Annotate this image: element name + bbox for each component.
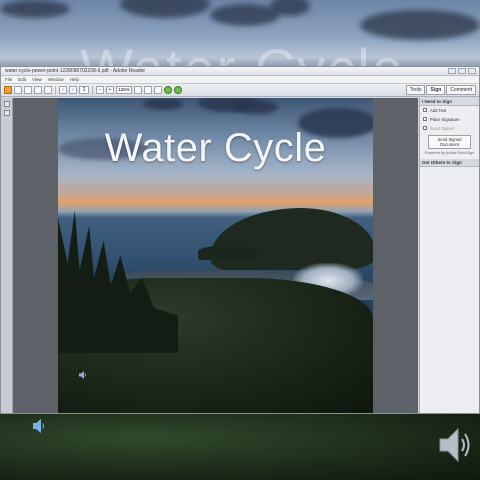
tab-sign[interactable]: Sign (426, 85, 446, 95)
slide-cloud (143, 98, 183, 110)
powered-by-text: Powered by Adobe EchoSign (424, 151, 475, 155)
send-signed-item[interactable]: Send Signed (420, 124, 479, 133)
speaker-icon[interactable] (438, 425, 474, 465)
save-icon[interactable] (24, 86, 32, 94)
zoom-level-select[interactable]: 125% (116, 86, 132, 94)
slide-title: Water Cycle (104, 126, 327, 170)
bg-cloud (0, 0, 70, 18)
menu-help[interactable]: Help (70, 77, 79, 82)
close-button[interactable] (468, 68, 476, 74)
attachments-icon[interactable] (3, 110, 10, 116)
text-icon (423, 108, 427, 112)
section-get-others-to-sign[interactable]: Get Others to Sign (420, 159, 479, 167)
fit-page-icon[interactable] (134, 86, 142, 94)
document-area[interactable]: Water Cycle (13, 98, 418, 413)
open-icon[interactable] (14, 86, 22, 94)
create-pdf-icon[interactable] (4, 86, 12, 94)
island-spit (198, 246, 258, 260)
send-signed-label: Send Signed (430, 126, 454, 131)
highlight-icon[interactable] (154, 86, 162, 94)
section-i-need-to-sign[interactable]: I Need to Sign (420, 98, 479, 106)
menu-file[interactable]: File (5, 77, 12, 82)
slide-page: Water Cycle (58, 98, 373, 413)
toolbar-separator (92, 85, 93, 95)
background-grass (0, 410, 480, 480)
print-icon[interactable] (34, 86, 42, 94)
maximize-button[interactable] (458, 68, 466, 74)
window-title: water-cycle-power-point-1228098702208-9.… (5, 68, 146, 74)
speaker-icon[interactable] (78, 370, 88, 380)
tab-tools[interactable]: Tools (405, 85, 426, 95)
prev-page-icon[interactable]: ‹ (59, 86, 67, 94)
place-signature-item[interactable]: Place Signature (420, 115, 479, 124)
send-icon (423, 126, 427, 130)
tab-comment[interactable]: Comment (446, 85, 476, 95)
send-signed-document-button[interactable]: Send Signed Document (428, 135, 471, 149)
fit-width-icon[interactable] (144, 86, 152, 94)
slide-cloud (233, 100, 278, 114)
zoom-in-icon[interactable]: + (106, 86, 114, 94)
pen-icon (423, 117, 427, 121)
add-text-item[interactable]: Add Text (420, 106, 479, 115)
minimize-button[interactable] (448, 68, 456, 74)
left-navigation-pane (1, 98, 13, 413)
screen: Water Cycle water-cycle-power-point-1228… (0, 0, 480, 480)
sign-icon[interactable] (174, 86, 182, 94)
menu-view[interactable]: View (32, 77, 42, 82)
window-titlebar: water-cycle-power-point-1228098702208-9.… (1, 67, 479, 76)
speaker-icon[interactable] (32, 418, 46, 434)
next-page-icon[interactable]: › (69, 86, 77, 94)
comment-icon[interactable] (164, 86, 172, 94)
add-text-label: Add Text (430, 108, 447, 113)
page-thumbnails-icon[interactable] (3, 101, 10, 107)
toolbar: ‹ › 1 − + 125% Tools Sign Comment (1, 83, 479, 97)
email-icon[interactable] (44, 86, 52, 94)
menu-window[interactable]: Window (48, 77, 64, 82)
island (210, 208, 373, 270)
menu-edit[interactable]: Edit (18, 77, 26, 82)
sign-pane: I Need to Sign Add Text Place Signature … (419, 98, 479, 413)
menu-bar: File Edit View Window Help (1, 76, 479, 83)
window-controls (448, 68, 479, 74)
task-tabs: Tools Sign Comment (405, 85, 476, 95)
zoom-out-icon[interactable]: − (96, 86, 104, 94)
bg-cloud (270, 0, 310, 16)
toolbar-separator (55, 85, 56, 95)
page-number-input[interactable]: 1 (79, 86, 89, 94)
bg-cloud (120, 0, 210, 18)
place-signature-label: Place Signature (430, 117, 460, 122)
reader-window: water-cycle-power-point-1228098702208-9.… (0, 66, 480, 414)
